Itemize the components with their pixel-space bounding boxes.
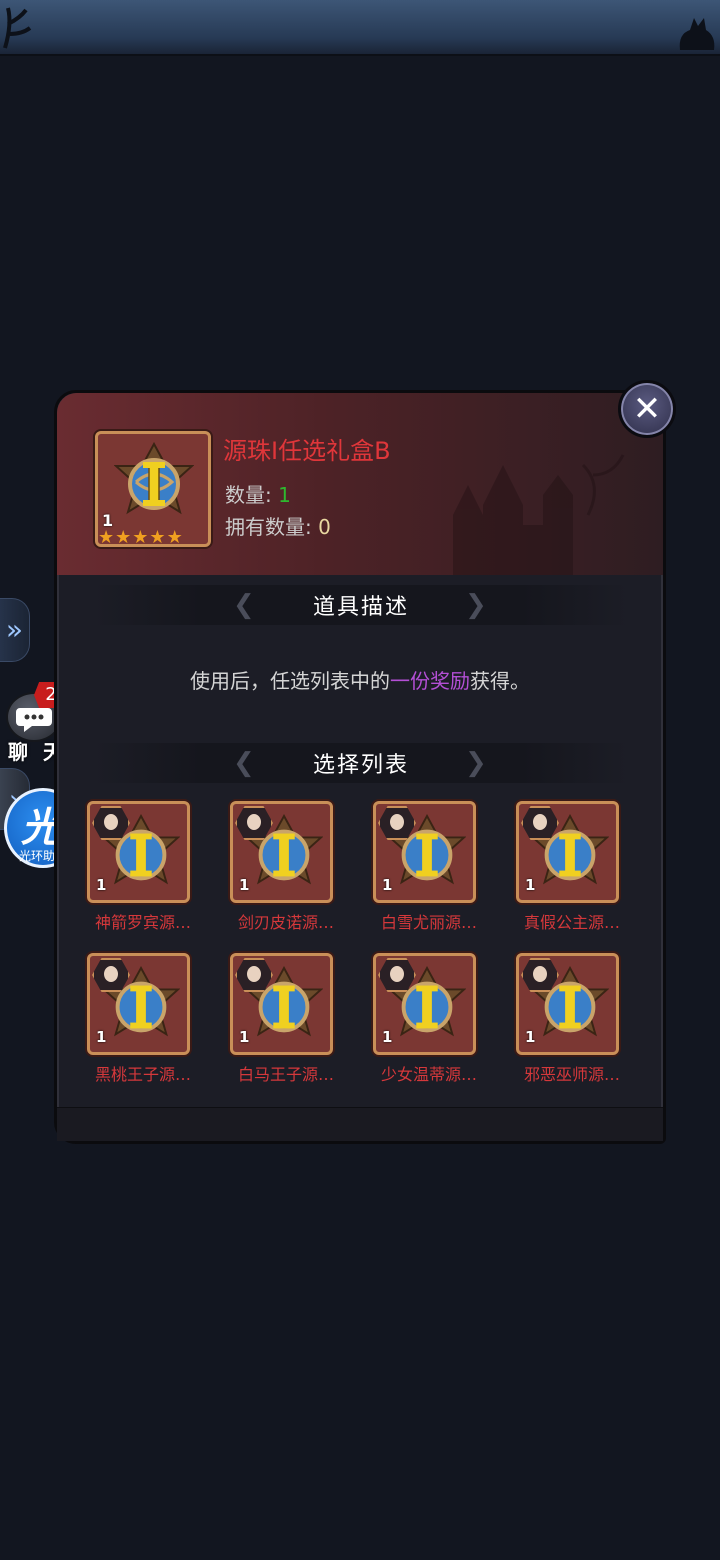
star-icon: ★ xyxy=(149,527,166,548)
orb-emblem-icon xyxy=(114,442,194,515)
choice-item[interactable]: 1 邪恶巫师源… xyxy=(516,953,636,1085)
star-icon: ★ xyxy=(132,527,149,548)
ornament-right-icon: ❯ xyxy=(465,590,487,620)
choice-item[interactable]: 1 白马王子源… xyxy=(230,953,350,1085)
choice-name: 邪恶巫师源… xyxy=(523,1065,620,1084)
choice-item-frame: 1 xyxy=(373,801,476,903)
choice-name: 少女温蒂源… xyxy=(380,1065,477,1084)
description-section-title: 道具描述 xyxy=(312,595,409,620)
choice-item-frame: 1 xyxy=(87,801,190,903)
star-icon: ★ xyxy=(166,527,183,548)
item-icon-frame: 1 ★ ★ ★ ★ ★ xyxy=(95,431,211,548)
choice-name: 神箭罗宾源… xyxy=(94,913,191,932)
owned-value: 0 xyxy=(318,515,331,539)
choice-count: 1 xyxy=(525,876,536,894)
choice-name: 剑刃皮诺源… xyxy=(237,913,334,932)
close-icon: ✕ xyxy=(632,389,662,429)
choice-item-frame: 1 xyxy=(516,953,619,1055)
choice-item[interactable]: 1 少女温蒂源… xyxy=(373,953,493,1085)
quantity-label: 数量: xyxy=(225,483,272,507)
item-header: 1 ★ ★ ★ ★ ★ 源珠I任选礼盒B 数量: 1 拥有数量: 0 xyxy=(57,393,663,575)
description-section-header: ❮ 道具描述 ❯ xyxy=(93,585,629,625)
item-description: 使用后，任选列表中的一份奖励获得。 xyxy=(57,665,663,694)
choice-item-frame: 1 xyxy=(373,953,476,1055)
choice-item[interactable]: 1 真假公主源… xyxy=(516,801,636,933)
choice-name: 黑桃王子源… xyxy=(94,1065,191,1084)
star-icon: ★ xyxy=(115,527,132,548)
close-button[interactable]: ✕ xyxy=(618,380,676,438)
choice-count: 1 xyxy=(239,1028,250,1046)
description-highlight: 一份奖励 xyxy=(390,669,470,693)
choice-item-frame: 1 xyxy=(230,801,333,903)
choice-list-section-header: ❮ 选择列表 ❯ xyxy=(93,743,629,783)
cat-silhouette-icon xyxy=(679,18,715,50)
ornament-right-icon: ❯ xyxy=(465,748,487,778)
choice-count: 1 xyxy=(382,1028,393,1046)
description-prefix: 使用后，任选列表中的 xyxy=(190,669,390,693)
choice-item[interactable]: 1 剑刃皮诺源… xyxy=(230,801,350,933)
star-rating: ★ ★ ★ ★ ★ xyxy=(98,527,208,548)
choice-name: 白雪尤丽源… xyxy=(380,913,477,932)
choice-list-section-title: 选择列表 xyxy=(312,753,409,778)
chevron-double-right-icon: » xyxy=(5,613,24,646)
owned-label: 拥有数量: xyxy=(225,515,312,539)
tree-decoration-icon xyxy=(3,7,32,49)
choice-item-frame: 1 xyxy=(516,801,619,903)
choice-name: 白马王子源… xyxy=(237,1065,334,1084)
choice-item-frame: 1 xyxy=(87,953,190,1055)
top-banner xyxy=(0,0,720,56)
choice-item[interactable]: 1 神箭罗宾源… xyxy=(87,801,207,933)
dialog-footer xyxy=(57,1107,663,1141)
description-suffix: 获得。 xyxy=(470,669,530,693)
choice-item-frame: 1 xyxy=(230,953,333,1055)
star-icon: ★ xyxy=(98,527,115,548)
quantity-value: 1 xyxy=(278,483,291,507)
choice-name: 真假公主源… xyxy=(523,913,620,932)
item-title: 源珠I任选礼盒B xyxy=(223,437,391,465)
item-detail-dialog: 1 ★ ★ ★ ★ ★ 源珠I任选礼盒B 数量: 1 拥有数量: 0 ❮ 道具描… xyxy=(54,390,666,1144)
choice-count: 1 xyxy=(525,1028,536,1046)
choice-grid: 1 神箭罗宾源… 1 剑刃皮诺源… 1 白雪尤丽源… 1 真假公主源… 1 黑桃… xyxy=(87,801,635,1085)
choice-count: 1 xyxy=(96,1028,107,1046)
choice-count: 1 xyxy=(382,876,393,894)
expand-side-panel-button[interactable]: » xyxy=(0,598,30,662)
choice-count: 1 xyxy=(96,876,107,894)
owned-row: 拥有数量: 0 xyxy=(225,511,331,540)
choice-item[interactable]: 1 白雪尤丽源… xyxy=(373,801,493,933)
castle-decoration-icon xyxy=(453,454,625,575)
quantity-row: 数量: 1 xyxy=(225,479,291,508)
choice-count: 1 xyxy=(239,876,250,894)
choice-item[interactable]: 1 黑桃王子源… xyxy=(87,953,207,1085)
